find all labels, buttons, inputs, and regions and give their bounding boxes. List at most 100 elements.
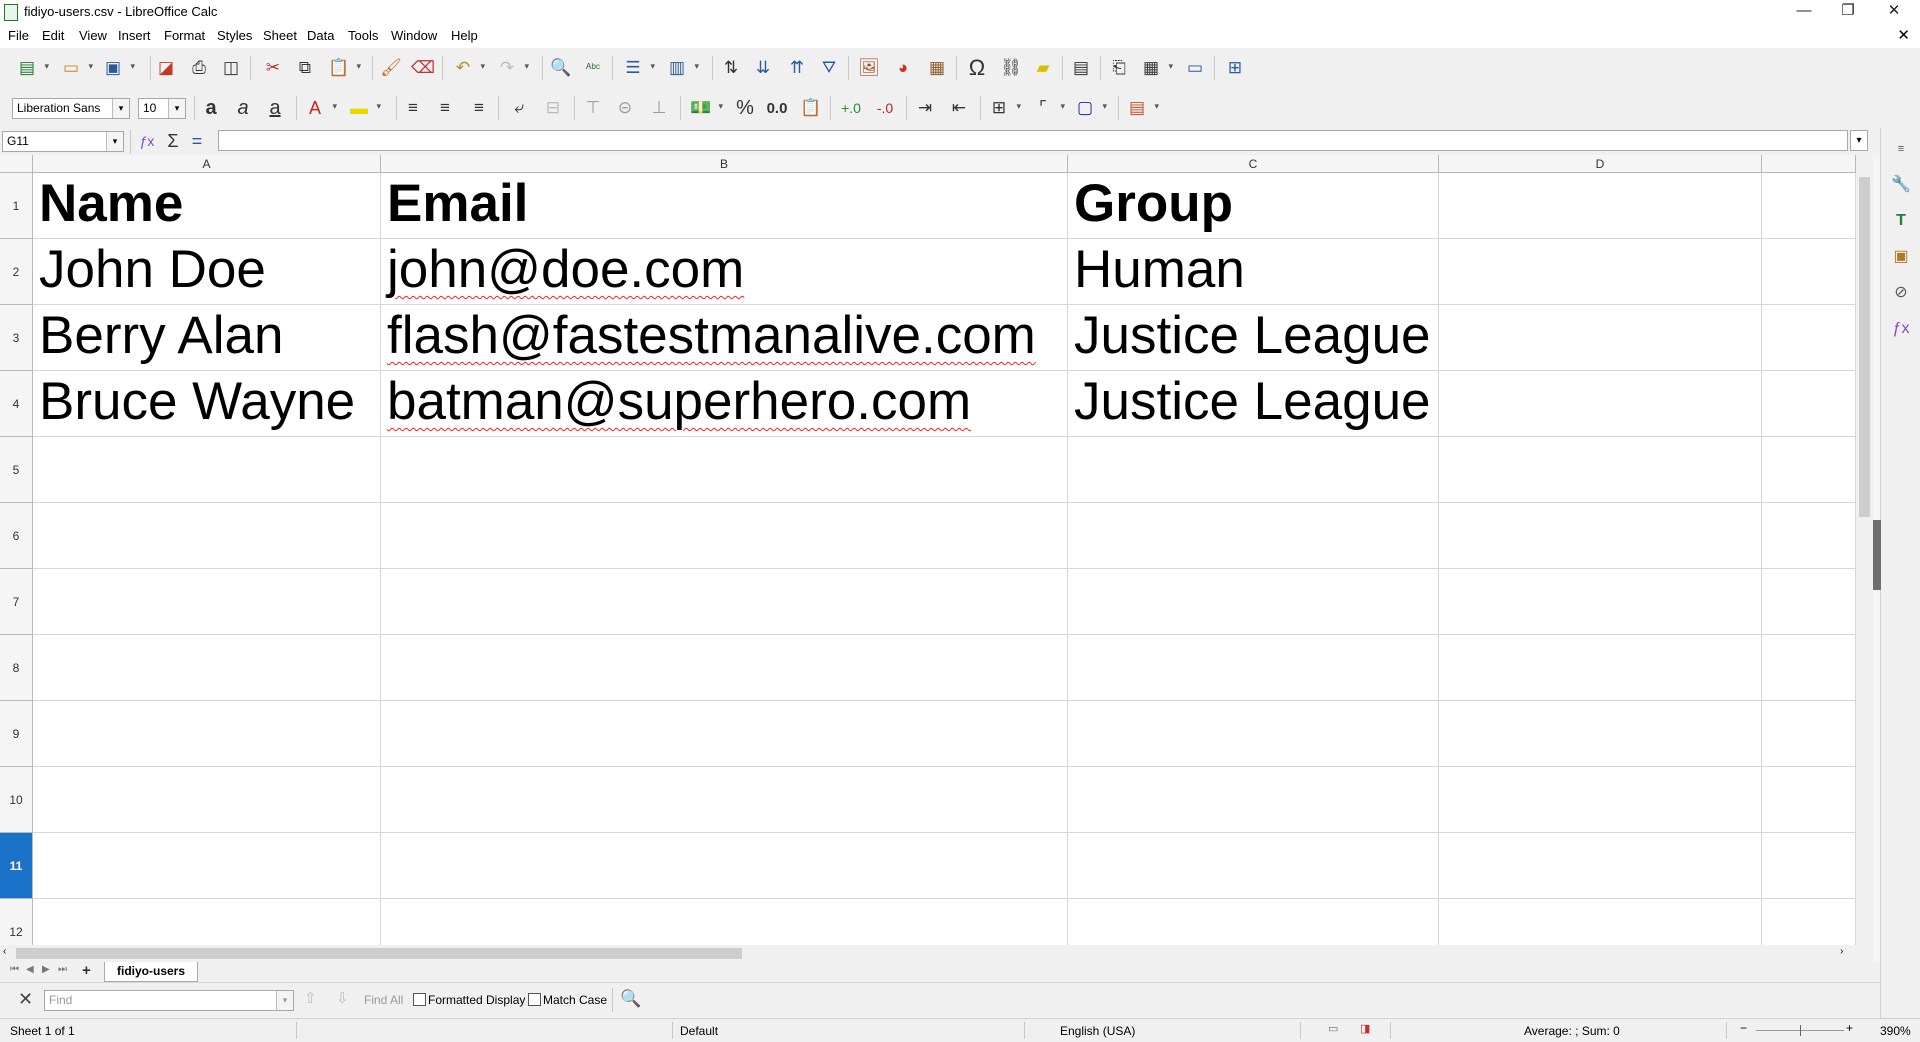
row-header-5[interactable]: 5 — [0, 437, 33, 503]
cell-b11[interactable] — [381, 833, 1068, 899]
sort-descending-icon[interactable]: ⇈ — [784, 55, 810, 81]
row-header-12[interactable]: 12 — [0, 899, 33, 945]
clone-formatting-icon[interactable]: 🖌 — [378, 55, 404, 81]
first-sheet-icon[interactable]: ⏮ — [10, 964, 19, 975]
increase-indent-icon[interactable]: ⇥ — [912, 95, 938, 121]
row-header-1[interactable]: 1 — [0, 173, 33, 239]
add-decimal-icon[interactable]: +.0 — [838, 95, 864, 121]
pivot-table-icon[interactable]: ▦ — [924, 55, 950, 81]
cell-e10[interactable] — [1762, 767, 1856, 833]
name-box[interactable]: G11 ▾ — [2, 131, 124, 152]
number-format-icon[interactable]: 0.0 — [764, 95, 790, 121]
wrap-text-icon[interactable]: ⤶ — [506, 95, 532, 121]
font-name-combo[interactable]: Liberation Sans ▾ — [12, 98, 130, 119]
close-window-button[interactable]: ✕ — [1872, 0, 1916, 24]
row-header-6[interactable]: 6 — [0, 503, 33, 569]
insert-chart-icon[interactable]: ◕ — [890, 55, 916, 81]
function-wizard-icon[interactable]: ƒx — [134, 128, 160, 154]
cell-d8[interactable] — [1439, 635, 1762, 701]
define-print-area-icon[interactable]: ⎗ — [1106, 55, 1132, 81]
cell-a7[interactable] — [33, 569, 381, 635]
formula-input[interactable] — [218, 130, 1848, 151]
print-icon[interactable]: ⎙ — [186, 55, 212, 81]
align-right-icon[interactable]: ≡ — [466, 95, 492, 121]
currency-format-icon[interactable]: 💵 — [688, 95, 723, 121]
cell-e2[interactable] — [1762, 239, 1856, 305]
navigator-icon[interactable]: ⊘ — [1890, 282, 1912, 304]
delete-decimal-icon[interactable]: -.0 — [872, 95, 898, 121]
menu-sheet[interactable]: Sheet — [263, 28, 297, 43]
zoom-in-icon[interactable]: + — [1846, 1021, 1853, 1035]
insert-image-icon[interactable]: 🖼 — [856, 55, 882, 81]
cell-d3[interactable] — [1439, 305, 1762, 371]
column-header-b[interactable]: B — [381, 155, 1068, 173]
freeze-rows-columns-icon[interactable]: ▦ — [1138, 55, 1173, 81]
menu-file[interactable]: File — [8, 28, 29, 43]
vertical-scrollbar[interactable] — [1856, 155, 1873, 945]
align-top-icon[interactable]: ⊤ — [580, 95, 606, 121]
vertical-scroll-thumb[interactable] — [1859, 177, 1870, 517]
cut-icon[interactable]: ✂ — [260, 55, 286, 81]
cell-d10[interactable] — [1439, 767, 1762, 833]
scroll-left-icon[interactable]: ‹ — [3, 946, 6, 957]
previous-sheet-icon[interactable]: ◀ — [26, 964, 34, 975]
cell-c11[interactable] — [1068, 833, 1439, 899]
chevron-down-icon[interactable]: ▾ — [112, 99, 129, 118]
cell-b3[interactable]: flash@fastestmanalive.com — [381, 305, 1068, 371]
cell-e8[interactable] — [1762, 635, 1856, 701]
cell-e1[interactable] — [1762, 173, 1856, 239]
cell-a12[interactable] — [33, 899, 381, 945]
cell-e3[interactable] — [1762, 305, 1856, 371]
zoom-slider-handle[interactable] — [1800, 1025, 1801, 1036]
new-document-icon[interactable]: ▤ — [14, 55, 49, 81]
row-header-2[interactable]: 2 — [0, 239, 33, 305]
sidebar-collapse-handle[interactable] — [1873, 520, 1881, 590]
export-pdf-icon[interactable]: ◪ — [153, 55, 179, 81]
cell-c2[interactable]: Human — [1068, 239, 1439, 305]
cell-a4[interactable]: Bruce Wayne — [33, 371, 381, 437]
row-header-3[interactable]: 3 — [0, 305, 33, 371]
formatted-display-checkbox[interactable] — [413, 993, 426, 1006]
add-sheet-button[interactable]: + — [82, 962, 91, 979]
decrease-indent-icon[interactable]: ⇤ — [946, 95, 972, 121]
cell-a6[interactable] — [33, 503, 381, 569]
save-icon[interactable]: ▣ — [100, 55, 135, 81]
row-header-9[interactable]: 9 — [0, 701, 33, 767]
menu-insert[interactable]: Insert — [118, 28, 151, 43]
menu-styles[interactable]: Styles — [217, 28, 252, 43]
cell-b4[interactable]: batman@superhero.com — [381, 371, 1068, 437]
split-window-icon[interactable]: ▭ — [1182, 55, 1208, 81]
find-next-icon[interactable]: ⇩ — [336, 989, 349, 1007]
conditional-format-icon[interactable]: ▤ — [1124, 95, 1159, 121]
show-draw-functions-icon[interactable]: ⊞ — [1222, 55, 1248, 81]
styles-icon[interactable]: T — [1890, 210, 1912, 232]
cell-b2[interactable]: john@doe.com — [381, 239, 1068, 305]
border-color-icon[interactable]: ▢ — [1072, 95, 1107, 121]
cell-a2[interactable]: John Doe — [33, 239, 381, 305]
hyperlink-icon[interactable]: ⛓ — [998, 55, 1024, 81]
menu-view[interactable]: View — [79, 28, 107, 43]
paste-icon[interactable]: 📋 — [326, 55, 361, 81]
merge-cells-icon[interactable]: ⊟ — [540, 95, 566, 121]
cell-e6[interactable] — [1762, 503, 1856, 569]
scroll-right-icon[interactable]: › — [1840, 946, 1843, 957]
cell-b7[interactable] — [381, 569, 1068, 635]
find-input[interactable]: Find ▾ — [44, 990, 294, 1011]
underline-icon[interactable]: a — [262, 95, 288, 121]
borders-icon[interactable]: ⊞ — [986, 95, 1021, 121]
cell-a11[interactable] — [33, 833, 381, 899]
find-previous-icon[interactable]: ⇧ — [304, 989, 317, 1007]
cell-e12[interactable] — [1762, 899, 1856, 945]
row-header-11[interactable]: 11 — [0, 833, 33, 899]
cell-c7[interactable] — [1068, 569, 1439, 635]
cell-a10[interactable] — [33, 767, 381, 833]
sum-icon[interactable]: Σ — [160, 128, 186, 154]
restore-button[interactable]: ❐ — [1826, 0, 1870, 24]
cell-d7[interactable] — [1439, 569, 1762, 635]
horizontal-scrollbar[interactable]: ‹ › — [0, 945, 1873, 962]
menu-help[interactable]: Help — [451, 28, 478, 43]
menu-format[interactable]: Format — [164, 28, 205, 43]
cell-d11[interactable] — [1439, 833, 1762, 899]
cell-b1[interactable]: Email — [381, 173, 1068, 239]
chevron-down-icon[interactable]: ▾ — [276, 991, 293, 1010]
